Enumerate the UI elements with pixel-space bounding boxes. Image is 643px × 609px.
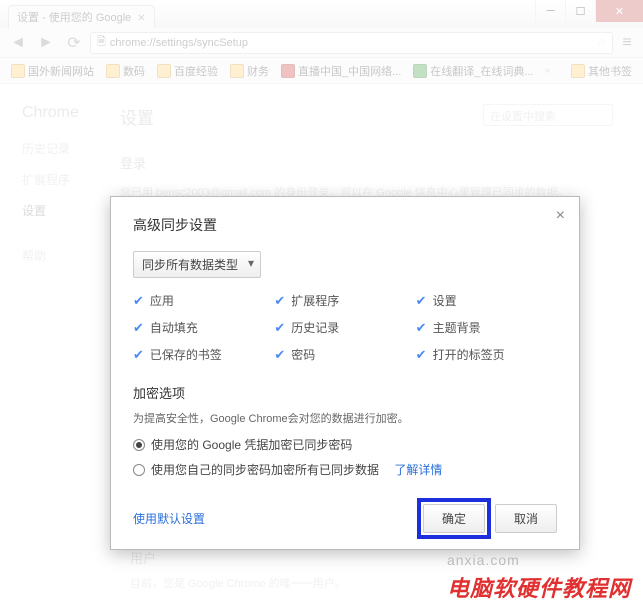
checkmark-icon: ✔ xyxy=(416,320,427,336)
cancel-button[interactable]: 取消 xyxy=(495,504,557,533)
watermark: anxia.com 电脑软硬件教程网 xyxy=(447,545,631,603)
sync-type-select[interactable]: 同步所有数据类型 xyxy=(133,251,261,278)
dialog-title: 高级同步设置 xyxy=(133,215,557,235)
dialog-close-icon[interactable]: × xyxy=(556,207,565,225)
checkmark-icon: ✔ xyxy=(133,320,144,336)
checkmark-icon: ✔ xyxy=(133,293,144,309)
check-extensions[interactable]: ✔扩展程序 xyxy=(274,292,415,309)
dialog-footer: 使用默认设置 确定 取消 xyxy=(133,504,557,533)
ok-button[interactable]: 确定 xyxy=(423,504,485,533)
checkmark-icon: ✔ xyxy=(416,347,427,363)
check-settings[interactable]: ✔设置 xyxy=(416,292,557,309)
checkmark-icon: ✔ xyxy=(274,293,285,309)
radio-google-credentials[interactable]: 使用您的 Google 凭据加密已同步密码 xyxy=(133,436,557,453)
check-apps[interactable]: ✔应用 xyxy=(133,292,274,309)
check-passwords[interactable]: ✔密码 xyxy=(274,346,415,363)
sync-settings-dialog: × 高级同步设置 同步所有数据类型 ✔应用 ✔扩展程序 ✔设置 ✔自动填充 ✔历… xyxy=(110,196,580,550)
learn-more-link[interactable]: 了解详情 xyxy=(394,461,442,478)
sync-checkboxes: ✔应用 ✔扩展程序 ✔设置 ✔自动填充 ✔历史记录 ✔主题背景 ✔已保存的书签 … xyxy=(133,292,557,363)
radio-icon xyxy=(133,464,145,476)
check-theme[interactable]: ✔主题背景 xyxy=(416,319,557,336)
check-tabs[interactable]: ✔打开的标签页 xyxy=(416,346,557,363)
radio-icon xyxy=(133,439,145,451)
checkmark-icon: ✔ xyxy=(274,347,285,363)
checkmark-icon: ✔ xyxy=(416,293,427,309)
use-defaults-link[interactable]: 使用默认设置 xyxy=(133,510,205,527)
check-autofill[interactable]: ✔自动填充 xyxy=(133,319,274,336)
encryption-desc: 为提高安全性，Google Chrome会对您的数据进行加密。 xyxy=(133,410,557,426)
checkmark-icon: ✔ xyxy=(274,320,285,336)
radio-custom-passphrase[interactable]: 使用您自己的同步密码加密所有已同步数据 了解详情 xyxy=(133,461,557,478)
check-history[interactable]: ✔历史记录 xyxy=(274,319,415,336)
check-bookmarks[interactable]: ✔已保存的书签 xyxy=(133,346,274,363)
encryption-title: 加密选项 xyxy=(133,383,557,402)
checkmark-icon: ✔ xyxy=(133,347,144,363)
